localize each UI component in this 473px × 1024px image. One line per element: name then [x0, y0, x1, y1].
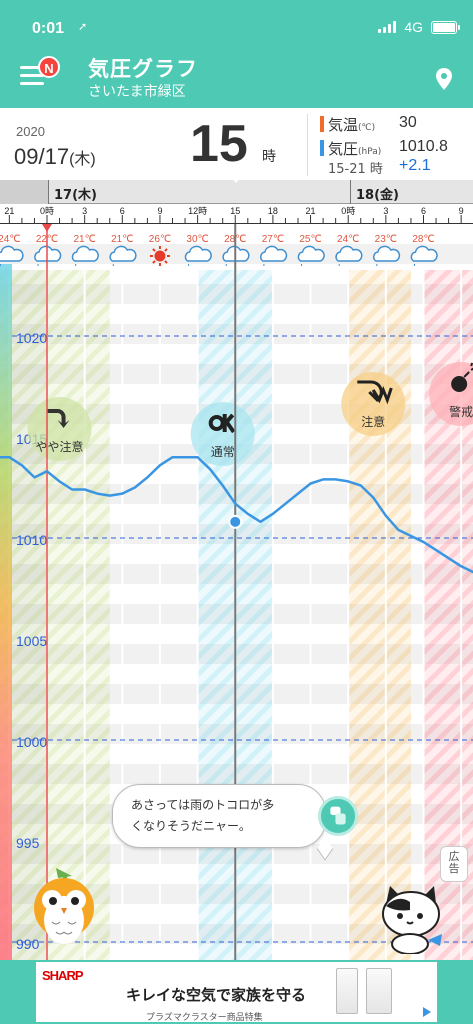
- past-day-shade: [0, 180, 48, 204]
- temperature-label: 24℃: [0, 234, 21, 245]
- day-label-17: 17(木): [54, 188, 97, 203]
- pressure-color-bar: [320, 140, 324, 156]
- hour-tick-label: 9: [157, 206, 162, 216]
- pressure-unit: (hPa): [358, 147, 382, 157]
- ad-tag-bottom: 告: [448, 862, 460, 875]
- news-badge[interactable]: N: [38, 56, 60, 78]
- temperature-label: 28℃: [412, 234, 434, 245]
- ad-label-badge[interactable]: 広 告: [440, 846, 468, 882]
- selected-hour: 15: [190, 115, 248, 173]
- current-pressure-point[interactable]: [228, 514, 243, 529]
- pressure-stat: 気圧(hPa) 1010.8: [320, 138, 448, 159]
- ad-headline: キレイな空気で家族を守る: [126, 986, 307, 1004]
- date-label: 09/17(木): [14, 144, 96, 170]
- current-info-panel: 2020 09/17(木) 15 時 気温(℃) 30 気圧(hPa) 1010…: [0, 108, 473, 180]
- ad-brand: SHARP: [42, 968, 84, 983]
- timeline-pointer: [228, 174, 244, 183]
- hour-tick-label: 6: [421, 206, 426, 216]
- pressure-axis-label: 1000: [16, 734, 47, 750]
- pressure-label: 気圧: [328, 140, 359, 158]
- pressure-axis-label: 1005: [16, 633, 47, 649]
- day-separator: [48, 180, 49, 204]
- pressure-value: 1010.8: [399, 138, 448, 155]
- hour-unit: 時: [262, 149, 276, 165]
- temp-color-bar: [320, 116, 324, 132]
- message-line-2: くなりそうだニャー。: [131, 819, 251, 833]
- day-separator: [350, 180, 351, 204]
- divider: [307, 114, 308, 176]
- hour-tick-label: 21: [4, 206, 14, 216]
- pressure-axis-label: 1010: [16, 532, 47, 548]
- risk-gradient-bar: [0, 264, 12, 960]
- hour-tick-label: 0時: [341, 206, 355, 216]
- temp-value: 30: [399, 114, 417, 131]
- product-image: [336, 968, 358, 1014]
- year-label: 2020: [16, 124, 45, 139]
- hour-tick-label: 15: [230, 206, 240, 216]
- pressure-axis-label: 1020: [16, 330, 47, 346]
- ad-subtext: プラズマクラスター商品特集: [146, 1013, 263, 1023]
- level-label: 注意: [361, 414, 385, 429]
- location-name[interactable]: さいたま市緑区: [88, 81, 186, 101]
- level-label: やや注意: [36, 439, 84, 454]
- day-label-18: 18(金): [356, 188, 399, 203]
- temperature-label: 21℃: [111, 234, 133, 245]
- day-row: 17(木) 18(金): [0, 180, 473, 204]
- temperature-label: 27℃: [262, 234, 284, 245]
- bomb-icon: [451, 376, 468, 392]
- location-pin-icon[interactable]: [435, 68, 453, 90]
- pressure-chart[interactable]: 1020101510101005100099599024℃22℃21℃21℃26…: [0, 224, 473, 960]
- temperature-label: 23℃: [375, 234, 397, 245]
- sun-icon: [149, 246, 170, 266]
- cat-mascot-icon: [382, 886, 442, 954]
- hour-tick-label: 21: [306, 206, 316, 216]
- app-header: N 気圧グラフ さいたま市緑区: [0, 44, 473, 108]
- hour-tick-label: 12時: [188, 206, 207, 216]
- weekday-value: (木): [69, 151, 96, 168]
- speech-bubble: あさっては雨のトコロが多 くなりそうだニャー。: [112, 784, 326, 848]
- message-line-1: あさっては雨のトコロが多: [131, 798, 275, 812]
- ad-banner[interactable]: SHARP キレイな空気で家族を守る プラズマクラスター商品特集: [36, 962, 437, 1023]
- hour-tick-label: 0時: [40, 206, 54, 216]
- page-title: 気圧グラフ: [88, 57, 198, 81]
- temp-unit: (℃): [358, 123, 376, 133]
- temperature-label: 24℃: [337, 234, 359, 245]
- signal-icon: [378, 21, 397, 33]
- pressure-axis-label: 995: [16, 835, 40, 851]
- level-label: 警戒: [449, 404, 473, 419]
- hour-tick-label: 6: [120, 206, 125, 216]
- temp-label: 気温: [328, 116, 359, 134]
- network-type: 4G: [404, 19, 423, 35]
- hour-tick-label: 9: [459, 206, 464, 216]
- change-value: +2.1: [399, 157, 431, 174]
- battery-icon: [431, 20, 460, 34]
- hour-tick-label: 3: [383, 206, 388, 216]
- temperature-label: 30℃: [186, 234, 208, 245]
- location-arrow-icon: ➚: [78, 20, 88, 33]
- change-range-label: 15-21 時: [328, 162, 383, 177]
- hour-tick-label: 18: [268, 206, 278, 216]
- hour-tick-label: 3: [82, 206, 87, 216]
- chat-button[interactable]: [318, 796, 358, 836]
- temperature-label: 21℃: [73, 234, 95, 245]
- adchoices-icon[interactable]: [422, 1006, 432, 1018]
- status-time: 0:01: [32, 20, 65, 37]
- date-value: 09/17: [14, 144, 70, 169]
- hour-ruler[interactable]: 21 0時 3 6 9 12時 15 18 21 0時 3 6 9: [0, 204, 473, 224]
- app-screen: 0:01 ➚ 4G N 気圧グラフ さいたま市緑区 2020 09/17(木) …: [0, 0, 473, 1024]
- level-label: 通常: [211, 445, 235, 459]
- pressure-change-stat: 15-21 時 +2.1: [320, 157, 431, 177]
- product-image: [366, 968, 392, 1014]
- owl-mascot-icon: [34, 868, 94, 944]
- temperature-label: 25℃: [299, 234, 321, 245]
- status-bar: 0:01 ➚ 4G: [0, 0, 473, 44]
- temperature-stat: 気温(℃) 30: [320, 114, 417, 135]
- temperature-label: 26℃: [149, 234, 171, 245]
- now-marker-icon: [42, 224, 52, 232]
